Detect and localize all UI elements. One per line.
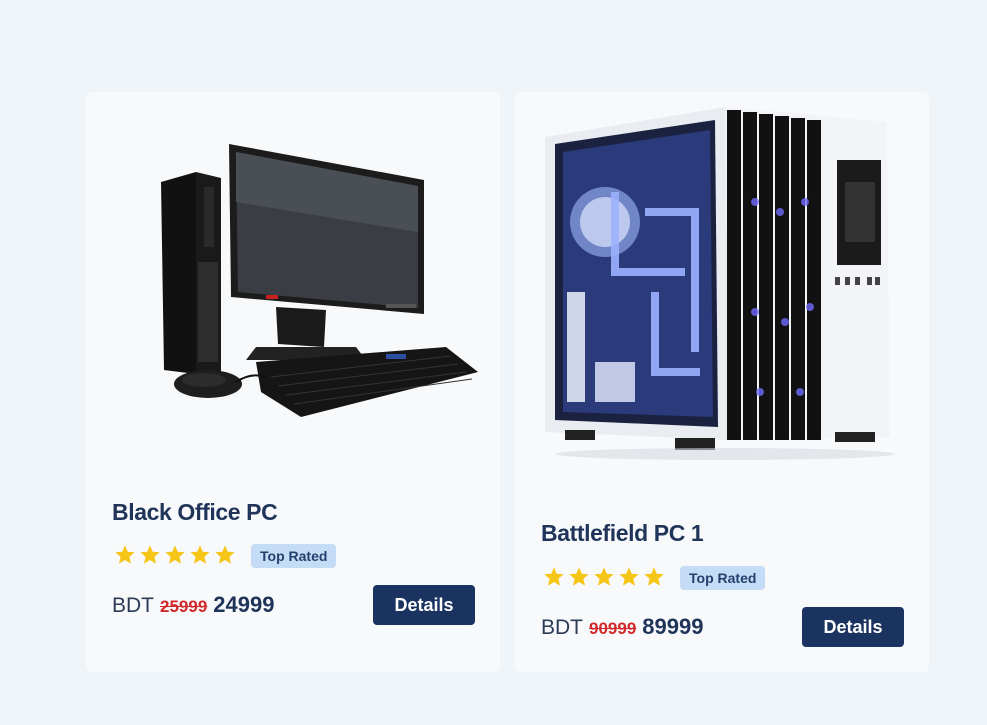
price: BDT 25999 24999 xyxy=(112,592,274,618)
details-button[interactable]: Details xyxy=(373,585,475,625)
gaming-pc-image xyxy=(515,92,929,492)
price: BDT 90999 89999 xyxy=(541,614,703,640)
top-rated-badge: Top Rated xyxy=(680,566,766,590)
old-price: 90999 xyxy=(589,619,637,638)
new-price: 24999 xyxy=(213,592,275,617)
star-icon xyxy=(541,566,566,590)
star-icon xyxy=(187,544,212,568)
product-rating: Top Rated xyxy=(541,566,766,590)
star-icon xyxy=(137,544,162,568)
product-title: Black Office PC xyxy=(112,499,278,525)
product-title: Battlefield PC 1 xyxy=(541,520,704,546)
product-card: Battlefield PC 1 Top Rated BDT 90999 899… xyxy=(515,92,929,672)
new-price: 89999 xyxy=(642,614,704,639)
product-rating: Top Rated xyxy=(112,544,337,568)
star-icon xyxy=(162,544,187,568)
star-icon xyxy=(566,566,591,590)
star-icon xyxy=(616,566,641,590)
details-button[interactable]: Details xyxy=(802,607,904,647)
star-icon xyxy=(641,566,666,590)
star-icon xyxy=(212,544,237,568)
currency-label: BDT xyxy=(112,594,154,617)
office-pc-image xyxy=(86,92,500,492)
product-card: Black Office PC Top Rated BDT 25999 2499… xyxy=(86,92,500,672)
star-icon xyxy=(112,544,137,568)
currency-label: BDT xyxy=(541,616,583,639)
old-price: 25999 xyxy=(160,597,208,616)
star-icon xyxy=(591,566,616,590)
top-rated-badge: Top Rated xyxy=(251,544,337,568)
